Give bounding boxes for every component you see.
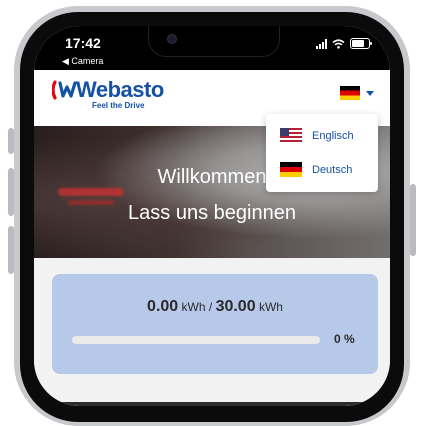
status-bar: 17:42 ◀ Camera [34,26,390,70]
target-energy-unit: kWh [258,300,283,314]
logo-wordmark: Webasto [76,77,164,102]
german-flag-icon [340,86,360,100]
current-energy-value: 0.00 [147,298,179,315]
next-section-edge [34,402,390,406]
hero-subtitle: Lass uns beginnen [128,202,296,224]
power-button [410,184,416,256]
chevron-down-icon [366,90,374,96]
webasto-logo-icon [52,80,77,100]
system-icons [316,38,372,49]
energy-readout: 0.00 kWh / 30.00 kWh [52,298,378,316]
front-camera [167,34,177,44]
language-selector[interactable] [340,86,374,100]
mute-switch [8,128,14,154]
energy-separator: / [208,300,213,314]
notch [148,26,280,57]
webasto-logo[interactable]: Webasto Feel the Drive [52,77,164,110]
german-flag-icon [280,162,302,177]
status-time: 17:42 [65,35,101,51]
back-to-app-link[interactable]: ◀ Camera [62,56,103,67]
battery-icon [350,38,372,49]
charge-percent: 0 % [334,332,355,346]
charging-status-card: 0.00 kWh / 30.00 kWh 0 % [52,274,378,374]
us-flag-icon [280,128,302,143]
cellular-signal-icon [316,38,327,49]
volume-down-button [8,226,14,274]
target-energy-value: 30.00 [215,298,256,315]
language-option-label: Deutsch [312,163,353,176]
volume-up-button [8,168,14,216]
language-dropdown: Englisch Deutsch [266,114,378,192]
language-option-german[interactable]: Deutsch [280,162,352,177]
main-content: 0.00 kWh / 30.00 kWh 0 % [34,258,390,406]
charge-progress-bar [72,336,320,344]
hero-car-taillight [58,188,124,196]
language-option-label: Englisch [312,129,354,142]
phone-screen: 17:42 ◀ Camera Webasto Feel the Drive Wi… [34,26,390,406]
language-option-english[interactable]: Englisch [280,128,354,143]
wifi-icon [332,38,345,49]
current-energy-unit: kWh [181,300,206,314]
